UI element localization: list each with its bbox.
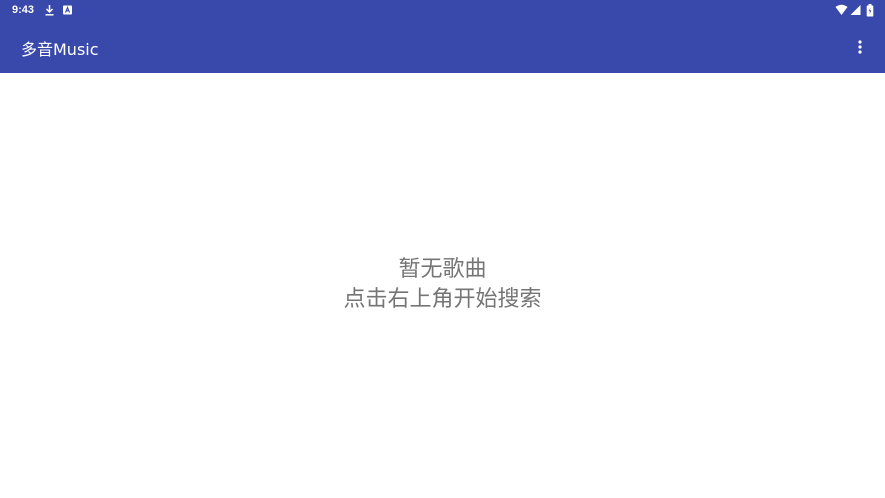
status-time: 9:43 bbox=[12, 4, 35, 16]
empty-state: 暂无歌曲 点击右上角开始搜索 bbox=[0, 255, 885, 315]
battery-icon bbox=[866, 4, 874, 17]
more-vert-icon bbox=[858, 40, 862, 54]
download-icon bbox=[45, 5, 54, 16]
wifi-icon bbox=[835, 4, 848, 15]
status-bar: 9:43 bbox=[0, 0, 885, 21]
app-title: 多音Music bbox=[21, 40, 99, 59]
app-bar: 多音Music bbox=[0, 21, 885, 73]
overflow-menu-button[interactable] bbox=[846, 33, 874, 61]
empty-state-hint: 点击右上角开始搜索 bbox=[343, 287, 542, 312]
signal-icon bbox=[850, 5, 861, 15]
notification-a-icon bbox=[63, 5, 72, 15]
empty-state-title: 暂无歌曲 bbox=[398, 257, 487, 282]
